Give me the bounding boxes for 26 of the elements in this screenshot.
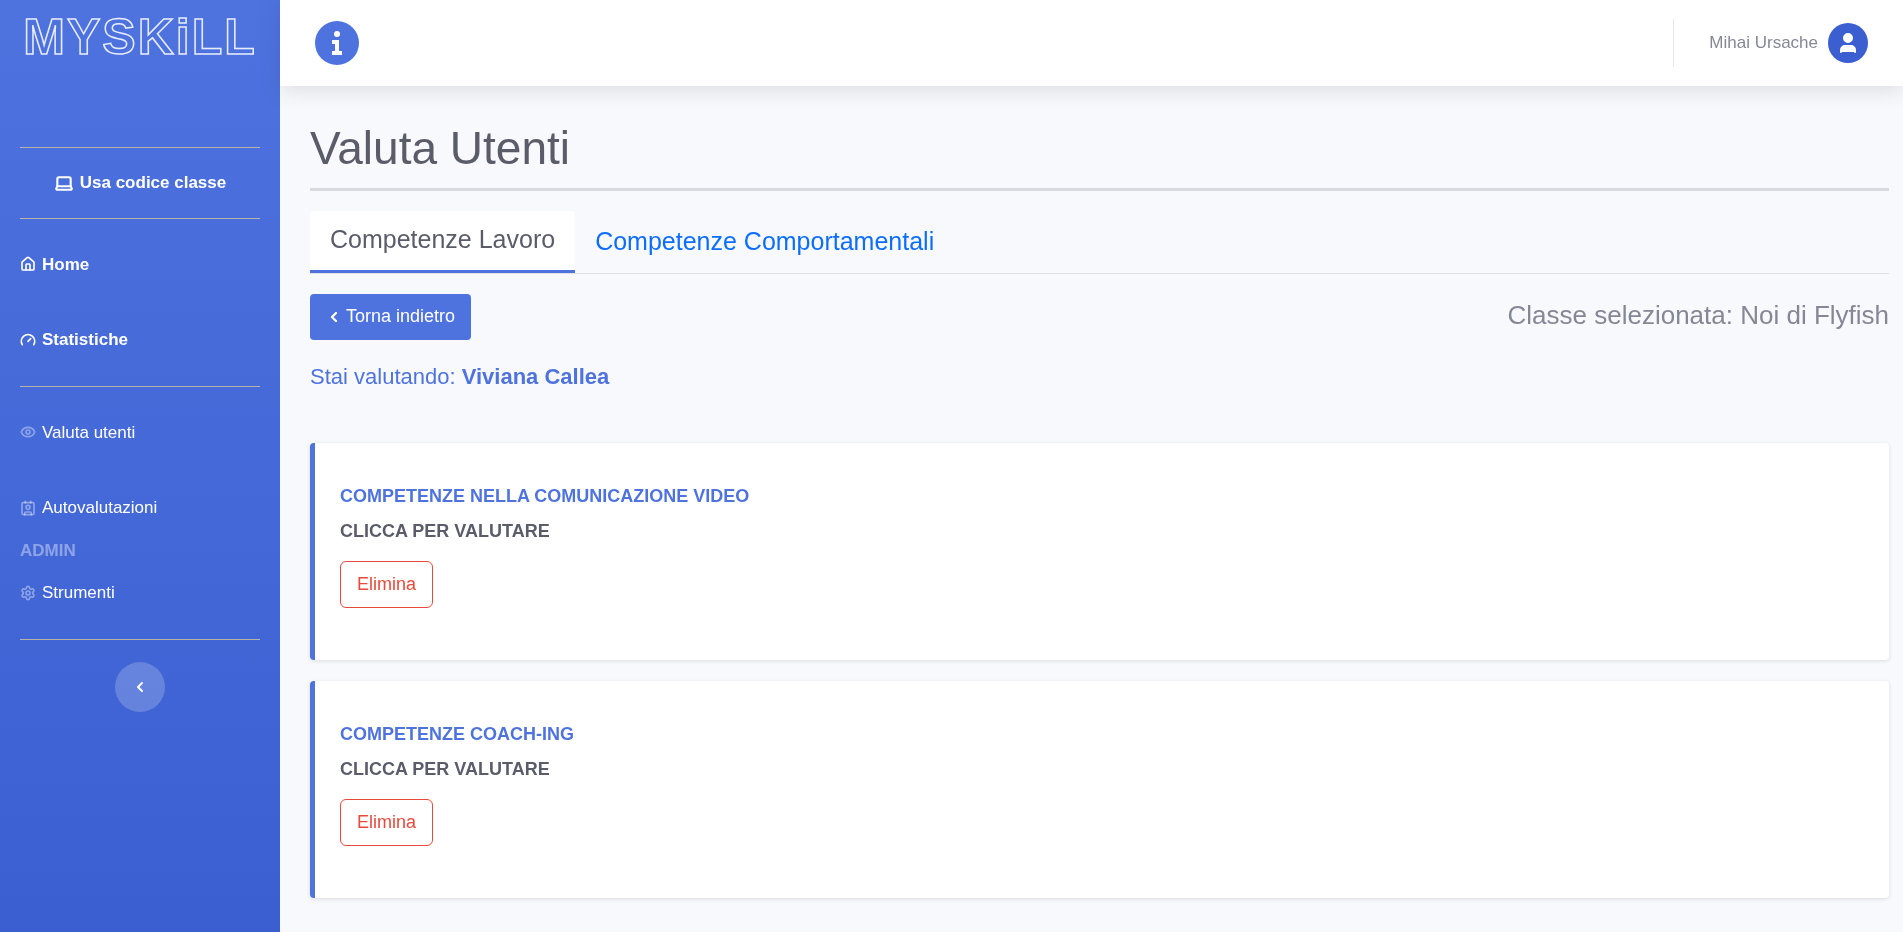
evaluating-user: Stai valutando: Viviana Callea <box>310 362 611 391</box>
home-icon <box>20 256 36 273</box>
gear-icon <box>20 584 36 601</box>
user-name[interactable]: Mihai Ursache <box>1709 30 1818 56</box>
tab[interactable]: Competenze Lavoro <box>310 210 576 273</box>
info-icon[interactable] <box>315 21 359 65</box>
contact-card-icon <box>20 499 36 516</box>
use-class-code-link[interactable]: Usa codice classe <box>20 148 260 218</box>
card-title: COMPETENZE NELLA COMUNICAZIONE VIDEO <box>340 484 751 508</box>
card-title: COMPETENZE COACH-ING <box>340 722 575 746</box>
avatar[interactable] <box>1828 23 1868 63</box>
logo: MYSKiLL <box>22 8 258 67</box>
page-title: Valuta Utenti <box>310 120 1889 191</box>
card-subtitle: CLICCA PER VALUTARE <box>340 519 551 543</box>
nav-link[interactable]: Valuta utenti <box>20 394 260 470</box>
nav-link[interactable]: Home <box>20 226 260 302</box>
gauge-icon <box>20 331 36 348</box>
card-subtitle: CLICCA PER VALUTARE <box>340 757 551 781</box>
competence-card[interactable]: COMPETENZE NELLA COMUNICAZIONE VIDEO CLICCA PER VALUTARE Elimina <box>310 442 1889 660</box>
competence-card[interactable]: COMPETENZE COACH-ING CLICCA PER VALUTARE Elimina <box>310 680 1889 898</box>
tab[interactable]: Competenze Comportamentali <box>575 210 955 273</box>
delete-button[interactable]: Elimina <box>340 560 434 608</box>
delete-button[interactable]: Elimina <box>340 798 434 846</box>
selected-class: Classe selezionata: Noi di Flyfish <box>1507 298 1889 332</box>
nav-link[interactable]: Statistiche <box>20 302 260 378</box>
back-button[interactable]: Torna indietro <box>310 293 472 340</box>
